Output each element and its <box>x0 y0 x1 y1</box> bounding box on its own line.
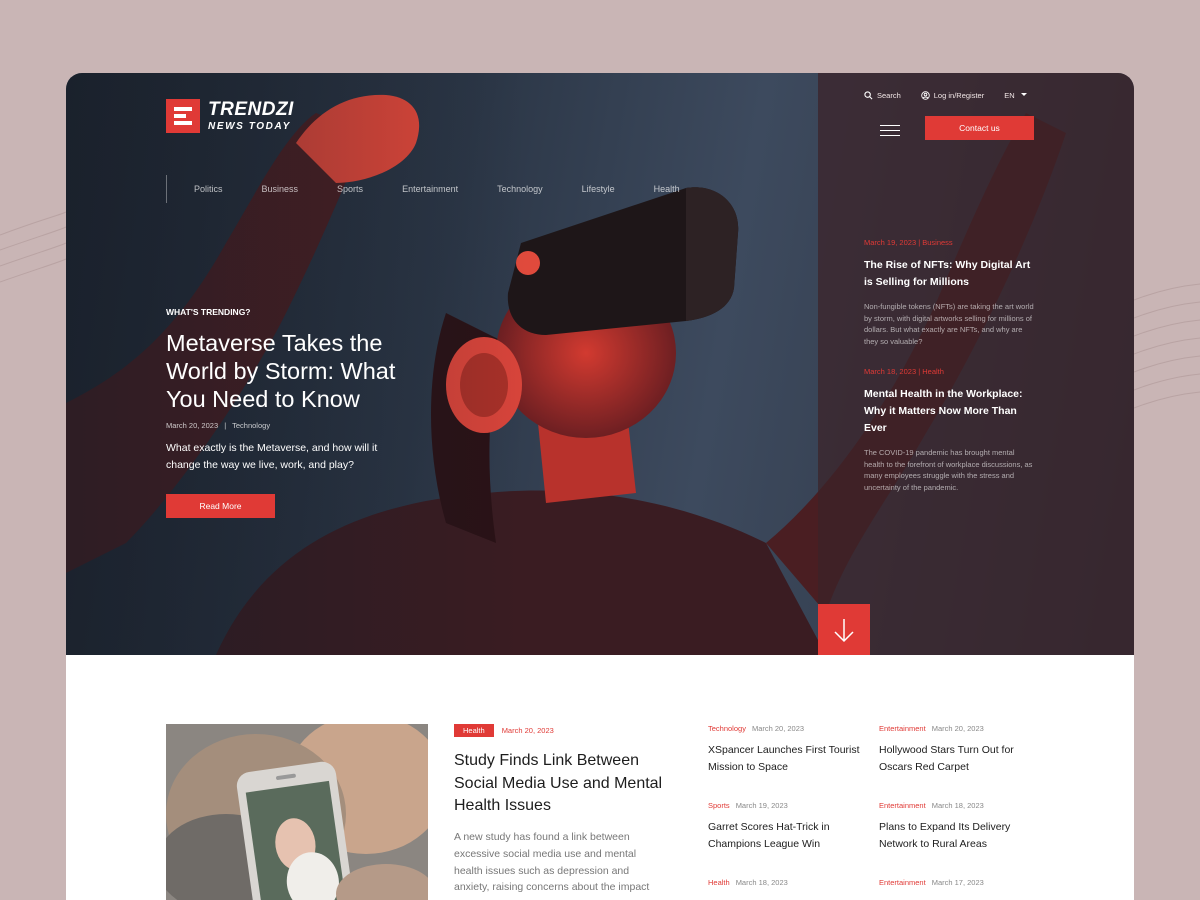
logo-icon <box>166 99 200 133</box>
news-category[interactable]: Technology <box>708 724 746 733</box>
news-item: Technology March 20, 2023 XSpancer Launch… <box>708 724 868 776</box>
caret-down-icon <box>1020 93 1027 96</box>
search-label: Search <box>877 90 901 100</box>
side-article: March 18, 2023 | Health Mental Health in… <box>864 367 1036 493</box>
news-date: March 20, 2023 <box>751 724 805 733</box>
news-category[interactable]: Sports <box>708 801 730 810</box>
featured-meta: Health March 20, 2023 <box>454 724 554 737</box>
news-title[interactable]: XSpancer Launches First Tourist Mission … <box>708 742 868 776</box>
news-category[interactable]: Health <box>708 878 730 887</box>
read-more-button[interactable]: Read More <box>166 494 275 518</box>
user-icon <box>921 90 930 100</box>
news-item: Entertainment March 17, 2023 <box>879 878 1039 887</box>
side-article-meta: March 18, 2023 | Health <box>864 367 944 376</box>
news-title[interactable]: Plans to Expand Its Delivery Network to … <box>879 819 1039 853</box>
login-label: Log in/Register <box>933 90 985 100</box>
nav-item-entertainment[interactable]: Entertainment <box>402 184 458 194</box>
hero-date: March 20, 2023 <box>166 421 219 430</box>
news-category[interactable]: Entertainment <box>879 878 926 887</box>
top-actions: Search Log in/Register EN <box>864 89 1048 101</box>
side-article-excerpt: The COVID-19 pandemic has brought mental… <box>864 448 1033 492</box>
contact-button[interactable]: Contact us <box>925 116 1034 140</box>
brand-tagline: NEWS TODAY <box>208 121 291 132</box>
scroll-down-button[interactable] <box>818 604 870 655</box>
side-article-excerpt: Non-fungible tokens (NFTs) are taking th… <box>864 302 1034 346</box>
news-date: March 18, 2023 <box>735 878 788 887</box>
arrow-down-icon <box>834 618 854 642</box>
brand-logo[interactable]: TRENDZI NEWS TODAY <box>166 99 294 133</box>
brand-name: TRENDZI <box>208 99 294 120</box>
language-select[interactable]: EN <box>1004 91 1027 100</box>
menu-icon[interactable] <box>880 125 900 137</box>
search-link[interactable]: Search <box>864 91 901 100</box>
featured-title[interactable]: Study Finds Link Between Social Media Us… <box>454 750 669 818</box>
news-date: March 18, 2023 <box>931 801 984 810</box>
featured-tag[interactable]: Health <box>454 724 494 737</box>
nav-item-technology[interactable]: Technology <box>497 184 543 194</box>
news-title[interactable]: Hollywood Stars Turn Out for Oscars Red … <box>879 742 1039 776</box>
news-date: March 19, 2023 <box>735 801 788 810</box>
news-date: March 17, 2023 <box>931 878 984 887</box>
news-date: March 20, 2023 <box>931 724 984 733</box>
news-category[interactable]: Entertainment <box>879 724 926 733</box>
hero-meta: March 20, 2023 | Technology <box>166 421 271 430</box>
side-article: March 19, 2023 | Business The Rise of NF… <box>864 238 1036 347</box>
nav-item-lifestyle[interactable]: Lifestyle <box>582 184 615 194</box>
side-article-title[interactable]: Mental Health in the Workplace: Why it M… <box>864 386 1036 437</box>
news-category[interactable]: Entertainment <box>879 801 926 810</box>
nav-item-sports[interactable]: Sports <box>337 184 363 194</box>
news-title[interactable]: Garret Scores Hat-Trick in Champions Lea… <box>708 819 868 853</box>
side-panel <box>818 73 1134 655</box>
news-item: Entertainment March 20, 2023 Hollywood St… <box>879 724 1039 776</box>
side-article-meta: March 19, 2023 | Business <box>864 238 953 247</box>
featured-date: March 20, 2023 <box>501 726 554 735</box>
featured-article-image[interactable] <box>166 724 428 900</box>
news-item: Sports March 19, 2023 Garret Scores Hat-T… <box>708 801 868 853</box>
nav-item-business[interactable]: Business <box>262 184 299 194</box>
hero-category[interactable]: Technology <box>232 421 270 430</box>
hero-title[interactable]: Metaverse Takes the World by Storm: What… <box>166 329 426 413</box>
main-nav: Politics Business Sports Entertainment T… <box>166 175 719 203</box>
nav-item-politics[interactable]: Politics <box>194 184 223 194</box>
hero-excerpt: What exactly is the Metaverse, and how w… <box>166 442 378 471</box>
trending-label: WHAT'S TRENDING? <box>166 307 251 317</box>
language-value: EN <box>1004 90 1015 100</box>
nav-item-health[interactable]: Health <box>654 184 680 194</box>
login-link[interactable]: Log in/Register <box>921 91 984 100</box>
search-icon <box>864 90 873 99</box>
browser-frame: TRENDZI NEWS TODAY Politics Business Spo… <box>66 73 1134 900</box>
featured-excerpt: A new study has found a link between exc… <box>454 831 650 894</box>
hero-section: TRENDZI NEWS TODAY Politics Business Spo… <box>66 73 1134 655</box>
news-item: Health March 18, 2023 <box>708 878 868 887</box>
news-item: Entertainment March 18, 2023 Plans to Exp… <box>879 801 1039 853</box>
side-article-title[interactable]: The Rise of NFTs: Why Digital Art is Sel… <box>864 257 1036 291</box>
